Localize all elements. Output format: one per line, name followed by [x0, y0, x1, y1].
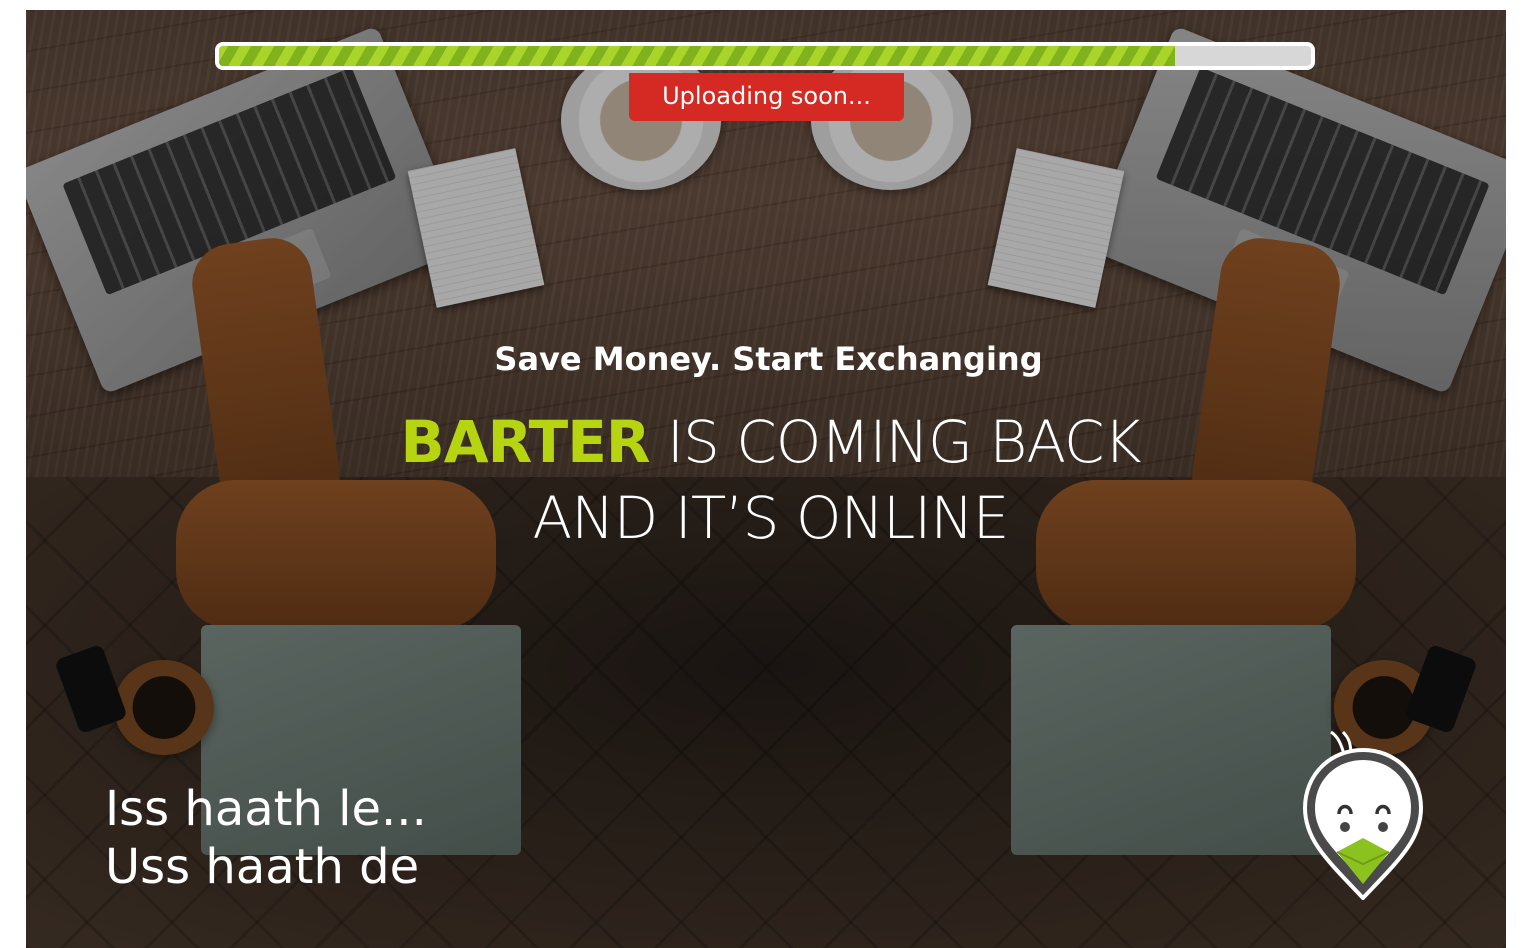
headline-rest: IS COMING BACK — [649, 408, 1142, 476]
hero-tagline: Save Money. Start Exchanging — [494, 340, 1043, 378]
upload-progress-bar — [215, 42, 1315, 70]
headline-line-2: AND IT’S ONLINE — [532, 484, 1010, 552]
brand-name: BARTER — [400, 408, 650, 476]
hero-headline: BARTER IS COMING BACK AND IT’S ONLINE — [0, 404, 1525, 556]
bird-mascot-icon — [1297, 728, 1429, 901]
slogan: Iss haath le... Uss haath de — [105, 780, 427, 896]
upload-status-badge: Uploading soon... — [629, 73, 904, 121]
slogan-line-1: Iss haath le... — [105, 781, 427, 837]
slogan-line-2: Uss haath de — [105, 839, 420, 895]
upload-progress-fill — [219, 46, 1175, 66]
headline-line-1: BARTER IS COMING BACK — [0, 404, 1525, 480]
